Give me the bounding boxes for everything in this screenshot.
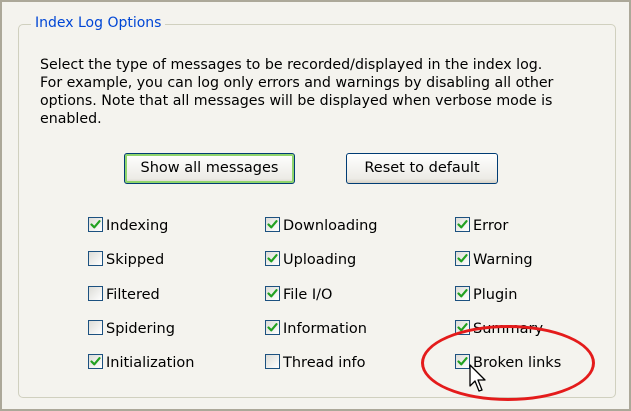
option-label: Skipped xyxy=(106,252,165,268)
checkbox[interactable] xyxy=(455,217,470,232)
option-label: Initialization xyxy=(106,355,195,371)
option-label: Downloading xyxy=(283,218,378,234)
reset-to-default-button[interactable]: Reset to default xyxy=(346,153,498,184)
checkmark-icon xyxy=(267,254,278,263)
description-line: For example, you can log only errors and… xyxy=(40,75,554,91)
checkbox[interactable] xyxy=(88,217,103,232)
checkmark-icon xyxy=(267,220,278,229)
description: Select the type of messages to be record… xyxy=(40,56,600,128)
checkbox[interactable] xyxy=(88,286,103,301)
option-label: Spidering xyxy=(106,321,175,337)
checkbox[interactable] xyxy=(265,286,280,301)
option-label: Uploading xyxy=(283,252,357,268)
option-label: Thread info xyxy=(283,355,366,371)
option-label: Indexing xyxy=(106,218,169,234)
mouse-pointer-icon xyxy=(469,364,486,392)
option-label: Warning xyxy=(473,252,533,268)
checkbox[interactable] xyxy=(88,354,103,369)
checkmark-icon xyxy=(90,357,101,366)
option-label: Error xyxy=(473,218,509,234)
checkbox[interactable] xyxy=(265,217,280,232)
checkbox[interactable] xyxy=(265,320,280,335)
checkmark-icon xyxy=(90,220,101,229)
option-label: Information xyxy=(283,321,367,337)
option-label: Plugin xyxy=(473,287,518,303)
option-label: File I/O xyxy=(283,287,333,303)
description-line: enabled. xyxy=(40,111,102,127)
checkbox[interactable] xyxy=(88,320,103,335)
checkbox[interactable] xyxy=(265,354,280,369)
show-all-messages-button[interactable]: Show all messages xyxy=(124,153,295,184)
checkbox[interactable] xyxy=(455,286,470,301)
group-title: Index Log Options xyxy=(31,14,166,32)
description-line: options. Note that all messages will be … xyxy=(40,93,553,109)
option-label: Filtered xyxy=(106,287,160,303)
checkmark-icon xyxy=(457,254,468,263)
checkbox[interactable] xyxy=(88,251,103,266)
checkbox[interactable] xyxy=(455,251,470,266)
checkmark-icon xyxy=(457,289,468,298)
checkmark-icon xyxy=(267,323,278,332)
highlight-circle xyxy=(421,325,595,401)
description-line: Select the type of messages to be record… xyxy=(40,57,543,73)
checkmark-icon xyxy=(457,220,468,229)
checkbox[interactable] xyxy=(265,251,280,266)
checkmark-icon xyxy=(267,289,278,298)
